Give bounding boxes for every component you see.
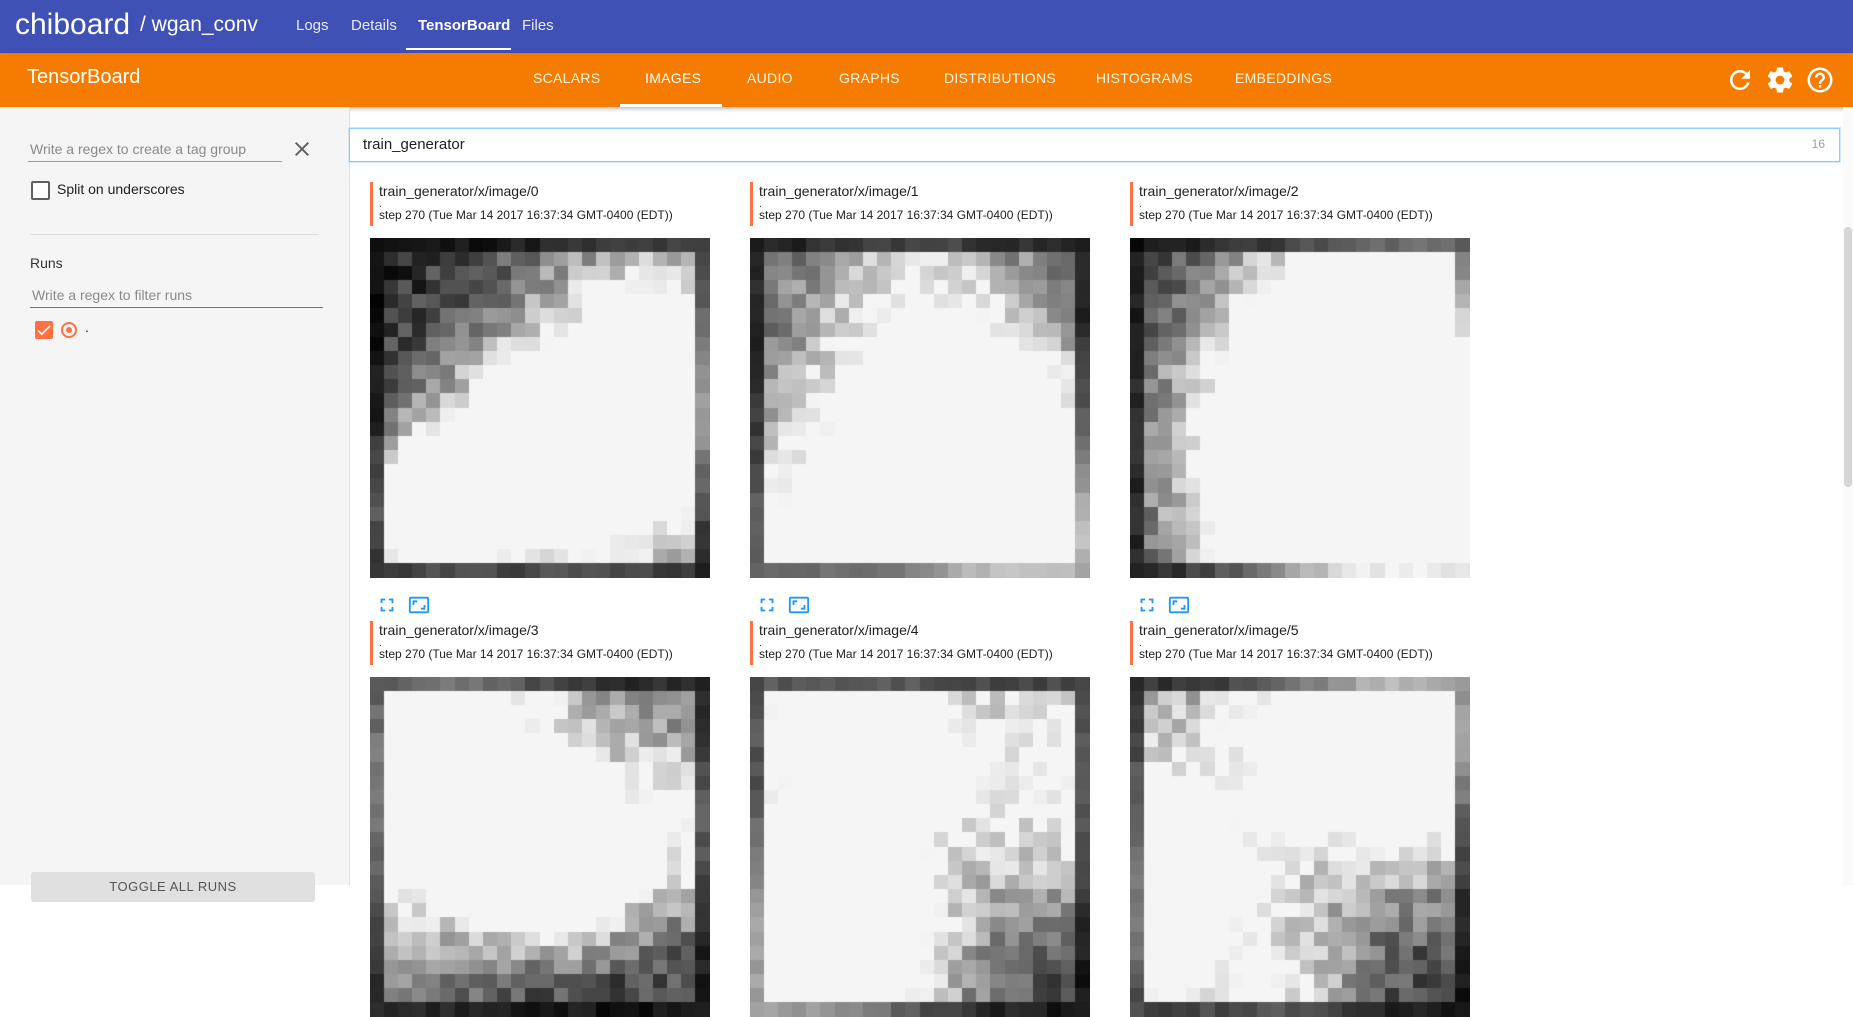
image-tag-title: train_generator/x/image/3 xyxy=(379,622,539,638)
checkmark-icon xyxy=(37,325,51,336)
fullscreen-icon[interactable] xyxy=(376,594,398,616)
run-color-bar xyxy=(750,182,753,226)
fullscreen-icon[interactable] xyxy=(1136,594,1158,616)
actual-size-icon[interactable] xyxy=(408,594,430,616)
run-filter-input[interactable] xyxy=(30,283,323,308)
scrollbar[interactable] xyxy=(1843,107,1853,885)
tab-embeddings[interactable]: EMBEDDINGS xyxy=(1235,70,1332,86)
tensorboard-title: TensorBoard xyxy=(27,66,141,88)
split-underscores-label: Split on underscores xyxy=(57,181,185,197)
run-color-bar xyxy=(370,621,373,665)
nav-link-tensorboard[interactable]: TensorBoard xyxy=(418,17,510,34)
run-color-bar xyxy=(1130,621,1133,665)
nav-link-logs[interactable]: Logs xyxy=(296,17,329,34)
image-step-label: step 270 (Tue Mar 14 2017 16:37:34 GMT-0… xyxy=(759,647,1053,661)
generated-image xyxy=(370,677,710,1017)
generated-image xyxy=(1130,677,1470,1017)
actual-size-icon[interactable] xyxy=(788,594,810,616)
image-step-label: step 270 (Tue Mar 14 2017 16:37:34 GMT-0… xyxy=(1139,647,1433,661)
run-color-radio[interactable] xyxy=(61,322,77,338)
generated-image xyxy=(370,238,710,578)
run-color-bar xyxy=(1130,182,1133,226)
generated-image xyxy=(750,677,1090,1017)
active-nav-indicator xyxy=(406,48,511,50)
main-content: train_generator 16 train_generator/x/ima… xyxy=(349,107,1853,1017)
refresh-icon[interactable] xyxy=(1725,65,1755,95)
tab-histograms[interactable]: HISTOGRAMS xyxy=(1096,70,1193,86)
image-tag-title: train_generator/x/image/0 xyxy=(379,183,539,199)
sidebar-divider xyxy=(30,234,319,235)
close-icon[interactable] xyxy=(290,137,314,161)
image-step-label: step 270 (Tue Mar 14 2017 16:37:34 GMT-0… xyxy=(1139,208,1433,222)
settings-gear-icon[interactable] xyxy=(1765,65,1795,95)
tab-distributions[interactable]: DISTRIBUTIONS xyxy=(944,70,1056,86)
image-tag-title: train_generator/x/image/5 xyxy=(1139,622,1299,638)
tab-audio[interactable]: AUDIO xyxy=(747,70,793,86)
project-name: / wgan_conv xyxy=(140,13,258,36)
image-step-label: step 270 (Tue Mar 14 2017 16:37:34 GMT-0… xyxy=(379,208,673,222)
runs-heading: Runs xyxy=(30,255,63,271)
toggle-all-runs-button[interactable]: TOGGLE ALL RUNS xyxy=(31,872,315,902)
sidebar: Split on underscores Runs . TOGGLE ALL R… xyxy=(0,107,350,902)
split-underscores-checkbox[interactable] xyxy=(31,181,50,200)
nav-link-details[interactable]: Details xyxy=(351,17,397,34)
tag-filter-search[interactable]: train_generator 16 xyxy=(349,128,1840,162)
image-step-label: step 270 (Tue Mar 14 2017 16:37:34 GMT-0… xyxy=(759,208,1053,222)
actual-size-icon[interactable] xyxy=(1168,594,1190,616)
top-app-bar: chiboard / wgan_conv Logs Details Tensor… xyxy=(0,0,1853,53)
brand-logo[interactable]: chiboard xyxy=(15,8,130,42)
nav-link-files[interactable]: Files xyxy=(522,17,554,34)
match-count: 16 xyxy=(1811,137,1825,151)
search-input-value[interactable]: train_generator xyxy=(363,136,465,153)
help-icon[interactable] xyxy=(1805,65,1835,95)
image-tag-title: train_generator/x/image/1 xyxy=(759,183,919,199)
tab-scalars[interactable]: SCALARS xyxy=(533,70,600,86)
run-color-bar xyxy=(750,621,753,665)
run-checkbox[interactable] xyxy=(35,321,53,339)
image-tag-title: train_generator/x/image/2 xyxy=(1139,183,1299,199)
tab-graphs[interactable]: GRAPHS xyxy=(839,70,900,86)
tensorboard-toolbar: TensorBoard SCALARS IMAGES AUDIO GRAPHS … xyxy=(0,53,1853,107)
image-step-label: step 270 (Tue Mar 14 2017 16:37:34 GMT-0… xyxy=(379,647,673,661)
fullscreen-icon[interactable] xyxy=(756,594,778,616)
scrollbar-thumb[interactable] xyxy=(1844,227,1852,487)
run-color-bar xyxy=(370,182,373,226)
generated-image xyxy=(750,238,1090,578)
generated-image xyxy=(1130,238,1470,578)
tab-images[interactable]: IMAGES xyxy=(645,70,701,86)
run-name: . xyxy=(85,319,89,335)
image-tag-title: train_generator/x/image/4 xyxy=(759,622,919,638)
tag-group-regex-input[interactable] xyxy=(28,137,282,162)
